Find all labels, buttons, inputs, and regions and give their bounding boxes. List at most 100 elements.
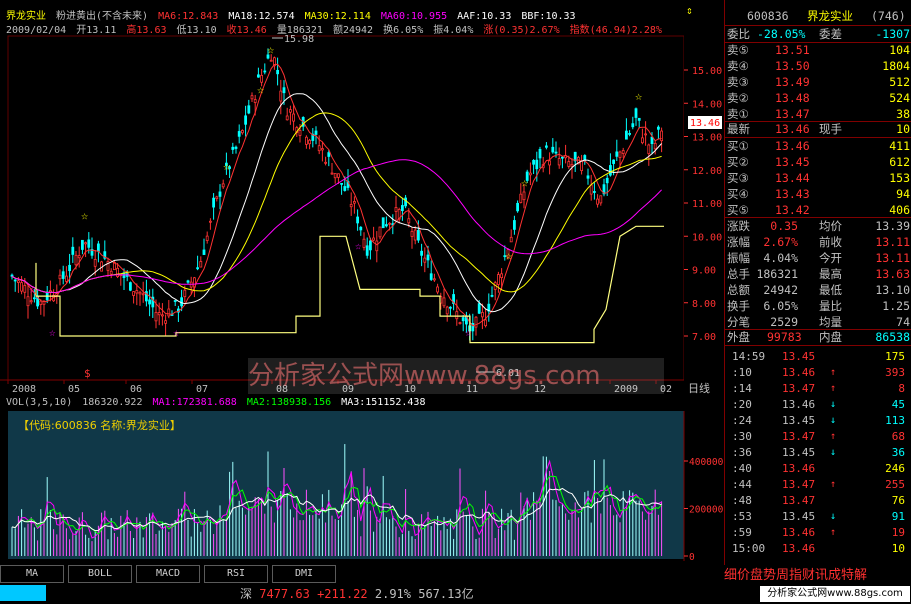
price-tick-label: 8.00 — [692, 299, 716, 310]
tick-time: :40 — [732, 462, 752, 475]
tab-ma[interactable]: MA — [0, 565, 64, 583]
period-label[interactable]: 日线 — [688, 381, 710, 395]
sell-level-1[interactable]: 卖① 13.47 38 — [727, 106, 910, 122]
tick-row[interactable]: :44 13.47 ↑ 255 — [726, 477, 909, 493]
bar-amount: 额24942 — [332, 25, 374, 36]
weibi-row: 委比 -28.05% 委差 -1307 — [727, 27, 910, 41]
sell-volume: 512 — [889, 75, 910, 89]
sell-level-2[interactable]: 卖② 13.48 524 — [727, 90, 910, 106]
tick-arrow-icon: ↓ — [830, 511, 837, 522]
vol-title[interactable]: VOL(3,5,10) — [6, 397, 72, 408]
buy-level-4[interactable]: 买④ 13.43 94 — [727, 186, 910, 202]
buy-level-2[interactable]: 买② 13.45 612 — [727, 154, 910, 170]
tick-row[interactable]: :10 13.46 ↑ 393 — [726, 365, 909, 381]
tick-time: :14 — [732, 382, 752, 395]
buy-level-3[interactable]: 买③ 13.44 153 — [727, 170, 910, 186]
buy-label: 买① — [727, 139, 749, 153]
sell-level-4[interactable]: 卖④ 13.50 1804 — [727, 58, 910, 74]
tick-time: :44 — [732, 478, 752, 491]
indicator-tabs: MA BOLL MACD RSI DMI — [0, 565, 724, 583]
price-tick-label: 9.00 — [692, 266, 716, 277]
sell-level-5[interactable]: 卖⑤ 13.51 104 — [727, 42, 910, 58]
tick-price: 13.45 — [782, 350, 816, 363]
vol-ma1: MA1:172381.688 — [152, 397, 237, 408]
tick-volume: 19 — [891, 526, 905, 539]
tick-time: :53 — [732, 510, 752, 523]
tick-volume: 255 — [885, 478, 905, 491]
stat-row-4[interactable]: 总额 24942 最低 13.10 — [727, 282, 910, 298]
tick-row[interactable]: :36 13.45 ↓ 36 — [726, 445, 909, 461]
tick-volume: 45 — [891, 398, 905, 411]
tick-row[interactable]: :48 13.47 76 — [726, 493, 909, 509]
buy-volume: 94 — [896, 187, 910, 201]
tick-row[interactable]: :53 13.45 ↓ 91 — [726, 509, 909, 525]
tick-volume: 393 — [885, 366, 905, 379]
price-info-header: 2009/02/04 开13.11 高13.63 低13.10 收13.46 量… — [6, 21, 686, 36]
tick-row[interactable]: :24 13.45 ↓ 113 — [726, 413, 909, 429]
quote-title: 600836 界龙实业 (746) — [727, 8, 910, 24]
star-icon: ☆ — [173, 326, 180, 339]
sell-level-3[interactable]: 卖③ 13.49 512 — [727, 74, 910, 90]
buy-level-5[interactable]: 买⑤ 13.42 406 — [727, 202, 910, 218]
sell-label: 卖① — [727, 107, 749, 121]
arrow-icon[interactable]: ⇕ — [686, 4, 693, 17]
sell-volume: 104 — [889, 43, 910, 57]
month-label: 07 — [196, 384, 208, 395]
stat-row-3[interactable]: 总手 186321 最高 13.63 — [727, 266, 910, 282]
kline-chart[interactable]: ☆☆☆☆☆☆☆☆ ☆☆☆☆ 15.98 6.01 $ 2008 05 06 07 08 09… — [0, 0, 684, 398]
volume-chart[interactable]: 400000 200000 0 — [0, 411, 724, 561]
stat-label: 换手 — [727, 299, 750, 313]
buy-label: 买④ — [727, 187, 749, 201]
market-index: 7477.63 — [259, 587, 310, 601]
tab-macd[interactable]: MACD — [136, 565, 200, 583]
tick-price: 13.46 — [782, 526, 816, 539]
stat-label: 涨幅 — [727, 235, 750, 249]
stat-value-2: 1.25 — [882, 299, 910, 313]
tick-price: 13.47 — [782, 430, 816, 443]
tick-arrow-icon: ↓ — [830, 415, 837, 426]
stat-row-0[interactable]: 涨跌 0.35 均价 13.39 — [727, 218, 910, 234]
sell-label: 卖④ — [727, 59, 749, 73]
tick-row[interactable]: :30 13.47 ↑ 68 — [726, 429, 909, 445]
star-icon: ☆ — [355, 240, 362, 253]
status-indicator — [0, 585, 46, 601]
stat-row-6[interactable]: 分笔 2529 均量 74 — [727, 314, 910, 330]
tick-row[interactable]: :14 13.47 ↑ 8 — [726, 381, 909, 397]
buy-level-1[interactable]: 买① 13.46 411 — [727, 138, 910, 154]
stat-label: 总手 — [727, 267, 750, 281]
stat-label-2: 今开 — [819, 251, 842, 265]
tab-rsi[interactable]: RSI — [204, 565, 268, 583]
stat-row-1[interactable]: 涨幅 2.67% 前收 13.11 — [727, 234, 910, 250]
stat-row-2[interactable]: 振幅 4.04% 今开 13.11 — [727, 250, 910, 266]
star-icon: ☆ — [223, 159, 230, 173]
stat-label-2: 均量 — [819, 315, 842, 329]
right-tabs[interactable]: 细价盘势周指财讯成特解 — [724, 564, 911, 583]
tick-row[interactable]: 15:00 13.46 10 — [726, 541, 909, 557]
tick-volume: 76 — [891, 494, 905, 507]
tab-dmi[interactable]: DMI — [272, 565, 336, 583]
tick-row[interactable]: :20 13.46 ↓ 45 — [726, 397, 909, 413]
vol-code-label: 【代码:600836 名称:界龙实业】 — [18, 419, 181, 432]
tick-row[interactable]: 14:59 13.45 175 — [726, 349, 909, 365]
current-price-tag: 13.46 — [690, 118, 720, 129]
stat-row-5[interactable]: 换手 6.05% 量比 1.25 — [727, 298, 910, 314]
stat-label-2: 最低 — [819, 283, 842, 297]
tick-row[interactable]: :40 13.46 246 — [726, 461, 909, 477]
star-icon: ☆ — [81, 209, 88, 223]
buy-volume: 612 — [889, 155, 910, 169]
bar-open: 开13.11 — [76, 25, 117, 36]
price-axis[interactable]: 15.00 14.00 13.00 12.00 11.00 10.00 9.00 8.00 7.… — [684, 0, 722, 398]
tick-row[interactable]: :59 13.46 ↑ 19 — [726, 525, 909, 541]
stat-label: 总额 — [727, 283, 750, 297]
stock-code: 600836 — [747, 9, 789, 23]
volume-tick-label: 200000 — [689, 505, 724, 516]
bar-low: 低13.10 — [176, 25, 217, 36]
stat-value: 4.04% — [763, 251, 798, 265]
s-marker: $ — [84, 367, 91, 380]
tick-volume: 68 — [891, 430, 905, 443]
stat-value: 0.35 — [770, 219, 798, 233]
tick-time: :48 — [732, 494, 752, 507]
buy-price: 13.43 — [775, 187, 810, 201]
tab-boll[interactable]: BOLL — [68, 565, 132, 583]
star-icon: ☆ — [635, 89, 642, 103]
